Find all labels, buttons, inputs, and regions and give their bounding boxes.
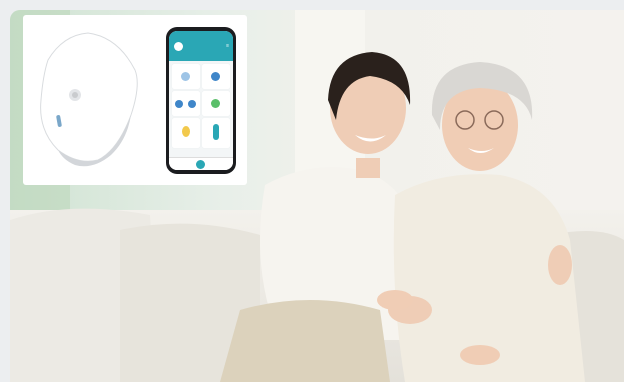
nav-center-button bbox=[196, 160, 205, 169]
card-icon bbox=[181, 72, 190, 81]
product-inset: ≡ bbox=[23, 15, 247, 185]
card-4 bbox=[202, 91, 230, 116]
bulb-icon bbox=[182, 126, 190, 137]
sensor-device-icon bbox=[40, 32, 138, 167]
card-icon bbox=[211, 72, 220, 81]
card-icon bbox=[211, 99, 220, 108]
card-icon bbox=[188, 100, 196, 108]
avatar bbox=[174, 42, 183, 51]
card-icon bbox=[175, 100, 183, 108]
smartphone: ≡ bbox=[166, 27, 236, 174]
card-6 bbox=[202, 118, 230, 148]
menu-icon: ≡ bbox=[226, 43, 229, 49]
card-1 bbox=[172, 64, 200, 89]
app-navbar bbox=[169, 157, 233, 170]
card-2 bbox=[202, 64, 230, 89]
person-icon bbox=[213, 124, 219, 140]
app-header: ≡ bbox=[169, 31, 233, 61]
card-5 bbox=[172, 118, 200, 148]
card-3 bbox=[172, 91, 200, 116]
app-screen: ≡ bbox=[169, 31, 233, 170]
photo-frame: ≡ bbox=[0, 0, 624, 382]
